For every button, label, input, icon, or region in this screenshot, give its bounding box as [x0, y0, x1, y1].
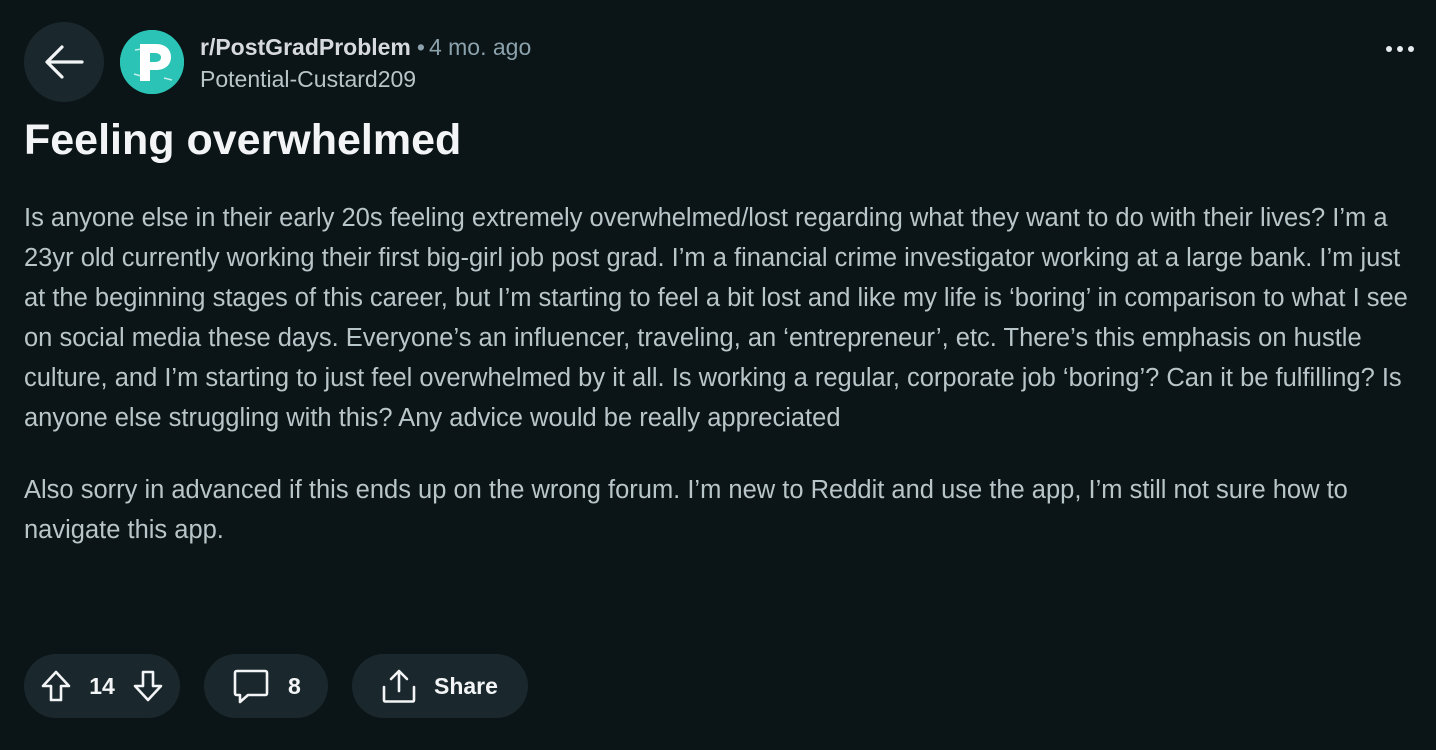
vote-pill: 14: [24, 654, 180, 718]
share-label: Share: [434, 672, 498, 699]
more-options-button[interactable]: [1386, 46, 1414, 52]
post-actions: 14 8 Share: [24, 654, 528, 718]
post-paragraph: Is anyone else in their early 20s feelin…: [24, 204, 1408, 432]
post-title: Feeling overwhelmed: [24, 116, 462, 164]
post-body: Is anyone else in their early 20s feelin…: [24, 198, 1424, 550]
arrow-up-icon[interactable]: [40, 669, 72, 703]
subreddit-avatar[interactable]: [120, 30, 184, 94]
comments-button[interactable]: 8: [204, 654, 328, 718]
subreddit-logo: [120, 30, 184, 94]
post-meta: r/PostGradProblem • 4 mo. ago Potential-Cu…: [200, 32, 531, 94]
share-icon: [380, 667, 418, 705]
ellipsis-icon: [1408, 46, 1414, 52]
share-button[interactable]: Share: [352, 654, 528, 718]
author-name[interactable]: Potential-Custard209: [200, 64, 531, 94]
post-age: 4 mo. ago: [428, 34, 532, 60]
comment-count: 8: [288, 672, 301, 699]
meta-separator: •: [416, 34, 425, 60]
back-button[interactable]: [24, 22, 104, 102]
subreddit-name[interactable]: r/PostGradProblem: [200, 34, 411, 60]
arrow-left-icon: [44, 44, 84, 80]
ellipsis-icon: [1397, 46, 1403, 52]
vote-score: 14: [89, 672, 115, 699]
ellipsis-icon: [1386, 46, 1392, 52]
arrow-down-icon[interactable]: [132, 669, 164, 703]
speech-bubble-icon: [232, 667, 270, 705]
post-paragraph: Also sorry in advanced if this ends up o…: [24, 476, 1348, 544]
